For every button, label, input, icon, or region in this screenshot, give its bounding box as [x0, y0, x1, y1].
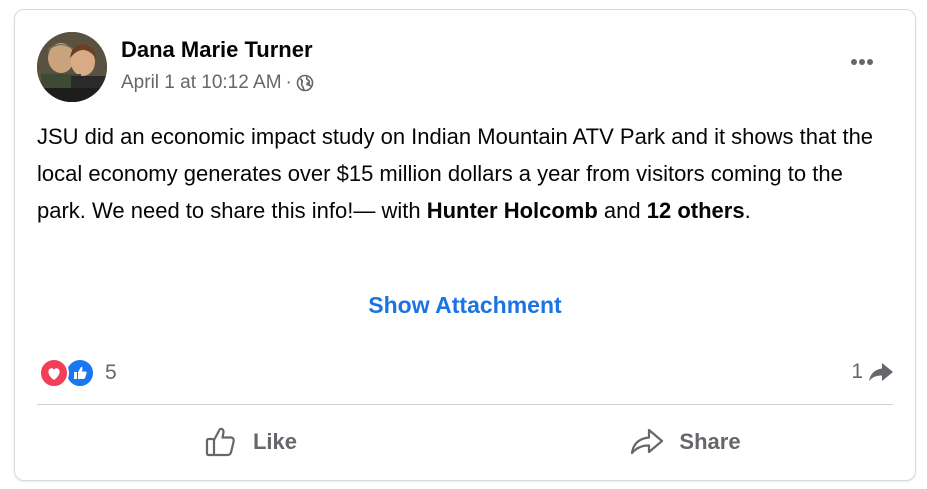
- tagged-others-link[interactable]: 12 others: [647, 198, 745, 223]
- divider: [37, 404, 893, 405]
- post-timestamp[interactable]: April 1 at 10:12 AM: [121, 72, 282, 94]
- show-attachment-link[interactable]: Show Attachment: [15, 292, 915, 319]
- like-button[interactable]: Like: [185, 420, 315, 464]
- tag-end: .: [744, 198, 751, 223]
- share-button[interactable]: Share: [615, 420, 755, 464]
- meta-separator: ·: [285, 72, 292, 93]
- like-icon: [65, 358, 95, 388]
- reactions-summary[interactable]: 5: [39, 358, 117, 388]
- share-icon: [631, 428, 664, 455]
- post-card: Dana Marie Turner April 1 at 10:12 AM · …: [14, 9, 916, 481]
- author-name[interactable]: Dana Marie Turner: [121, 37, 313, 63]
- post-meta: April 1 at 10:12 AM ·: [121, 72, 314, 94]
- share-count-value: 1: [851, 360, 863, 383]
- avatar[interactable]: [37, 32, 107, 102]
- tagged-person-link[interactable]: Hunter Holcomb: [427, 198, 598, 223]
- like-label: Like: [252, 429, 298, 454]
- tag-joiner: and: [597, 198, 647, 223]
- share-count[interactable]: 1: [851, 360, 895, 384]
- post-text: JSU did an economic impact study on Indi…: [37, 118, 897, 229]
- share-label: Share: [679, 429, 741, 454]
- share-arrow-icon: [869, 363, 893, 381]
- thumbs-up-icon: [205, 427, 235, 457]
- globe-icon[interactable]: [296, 74, 314, 92]
- more-options-icon[interactable]: [845, 50, 879, 74]
- heart-icon: [39, 358, 69, 388]
- reaction-count: 5: [105, 361, 117, 384]
